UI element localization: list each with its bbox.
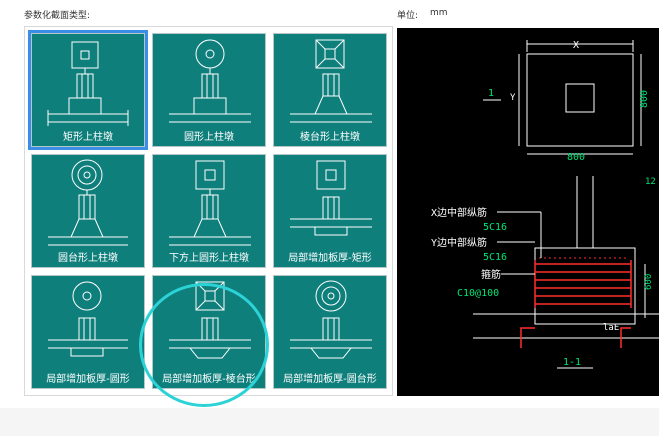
section-mark: 1 [488, 88, 494, 99]
anchor-label: laE [603, 323, 619, 333]
stirrup-spec: C10@100 [457, 288, 499, 299]
tile-local-thickening-round[interactable]: 局部增加板厚-圆形 [31, 275, 145, 389]
section-type-grid: 矩形上柱墩 圆形上柱墩 棱台形上柱墩 圆台形上柱墩 下方上圆形上柱墩 局部增加板… [24, 26, 393, 396]
section-title: 1-1 [563, 357, 581, 368]
y-mid-rebar-spec: 5C16 [483, 252, 507, 263]
section-view: 600 X边中部纵筋 5C16 Y边中部纵筋 5C16 箍筋 C10@100 l… [431, 176, 659, 369]
bottom-strip [0, 408, 659, 436]
tile-label: 下方上圆形上柱墩 [169, 253, 249, 264]
tile-label: 局部增加板厚-棱台形 [162, 374, 256, 385]
tile-label: 局部增加板厚-圆台形 [283, 374, 377, 385]
tile-label: 圆台形上柱墩 [58, 253, 118, 264]
tile-label: 局部增加板厚-矩形 [288, 253, 372, 264]
cad-preview-panel: X Y 800 800 1 600 X边中部纵筋 5C16 Y边中部纵筋 5C1… [397, 28, 659, 396]
unit-value: mm [430, 8, 448, 18]
tile-cone-frustum-column-pier[interactable]: 圆台形上柱墩 [31, 154, 145, 268]
stirrups [520, 260, 632, 348]
section-type-label: 参数化截面类型: [24, 11, 91, 21]
plan-dim-x: 800 [567, 152, 585, 163]
tile-label: 矩形上柱墩 [63, 132, 113, 143]
plan-x-label: X [573, 40, 579, 51]
unit-label: 单位: [397, 11, 419, 21]
partial-label: 12 [645, 177, 656, 187]
x-mid-rebar-spec: 5C16 [483, 222, 507, 233]
tile-local-thickening-frustum[interactable]: 局部增加板厚-棱台形 [152, 275, 266, 389]
tile-rect-column-pier[interactable]: 矩形上柱墩 [28, 30, 148, 150]
y-mid-rebar-label: Y边中部纵筋 [431, 236, 487, 249]
tile-local-thickening-cone[interactable]: 局部增加板厚-圆台形 [273, 275, 387, 389]
plan-dim-y: 800 [639, 90, 650, 108]
tile-label: 圆形上柱墩 [184, 132, 234, 143]
x-mid-rebar-label: X边中部纵筋 [431, 206, 487, 219]
tile-label: 局部增加板厚-圆形 [46, 374, 130, 385]
stirrup-label: 箍筋 [481, 268, 501, 281]
tile-frustum-column-pier[interactable]: 棱台形上柱墩 [273, 33, 387, 147]
section-type-dialog: 参数化截面类型: 单位: mm 矩形上柱墩 圆形上柱墩 棱台形上柱墩 圆台形上柱… [0, 0, 659, 436]
tile-round-column-pier[interactable]: 圆形上柱墩 [152, 33, 266, 147]
plan-view: X Y 800 800 1 [483, 40, 650, 163]
tile-label: 棱台形上柱墩 [300, 132, 360, 143]
height-dim: 600 [644, 274, 654, 290]
tile-square-round-column-pier[interactable]: 下方上圆形上柱墩 [152, 154, 266, 268]
plan-y-label: Y [510, 93, 516, 103]
tile-local-thickening-rect[interactable]: 局部增加板厚-矩形 [273, 154, 387, 268]
cad-drawing: X Y 800 800 1 600 X边中部纵筋 5C16 Y边中部纵筋 5C1… [431, 40, 659, 369]
